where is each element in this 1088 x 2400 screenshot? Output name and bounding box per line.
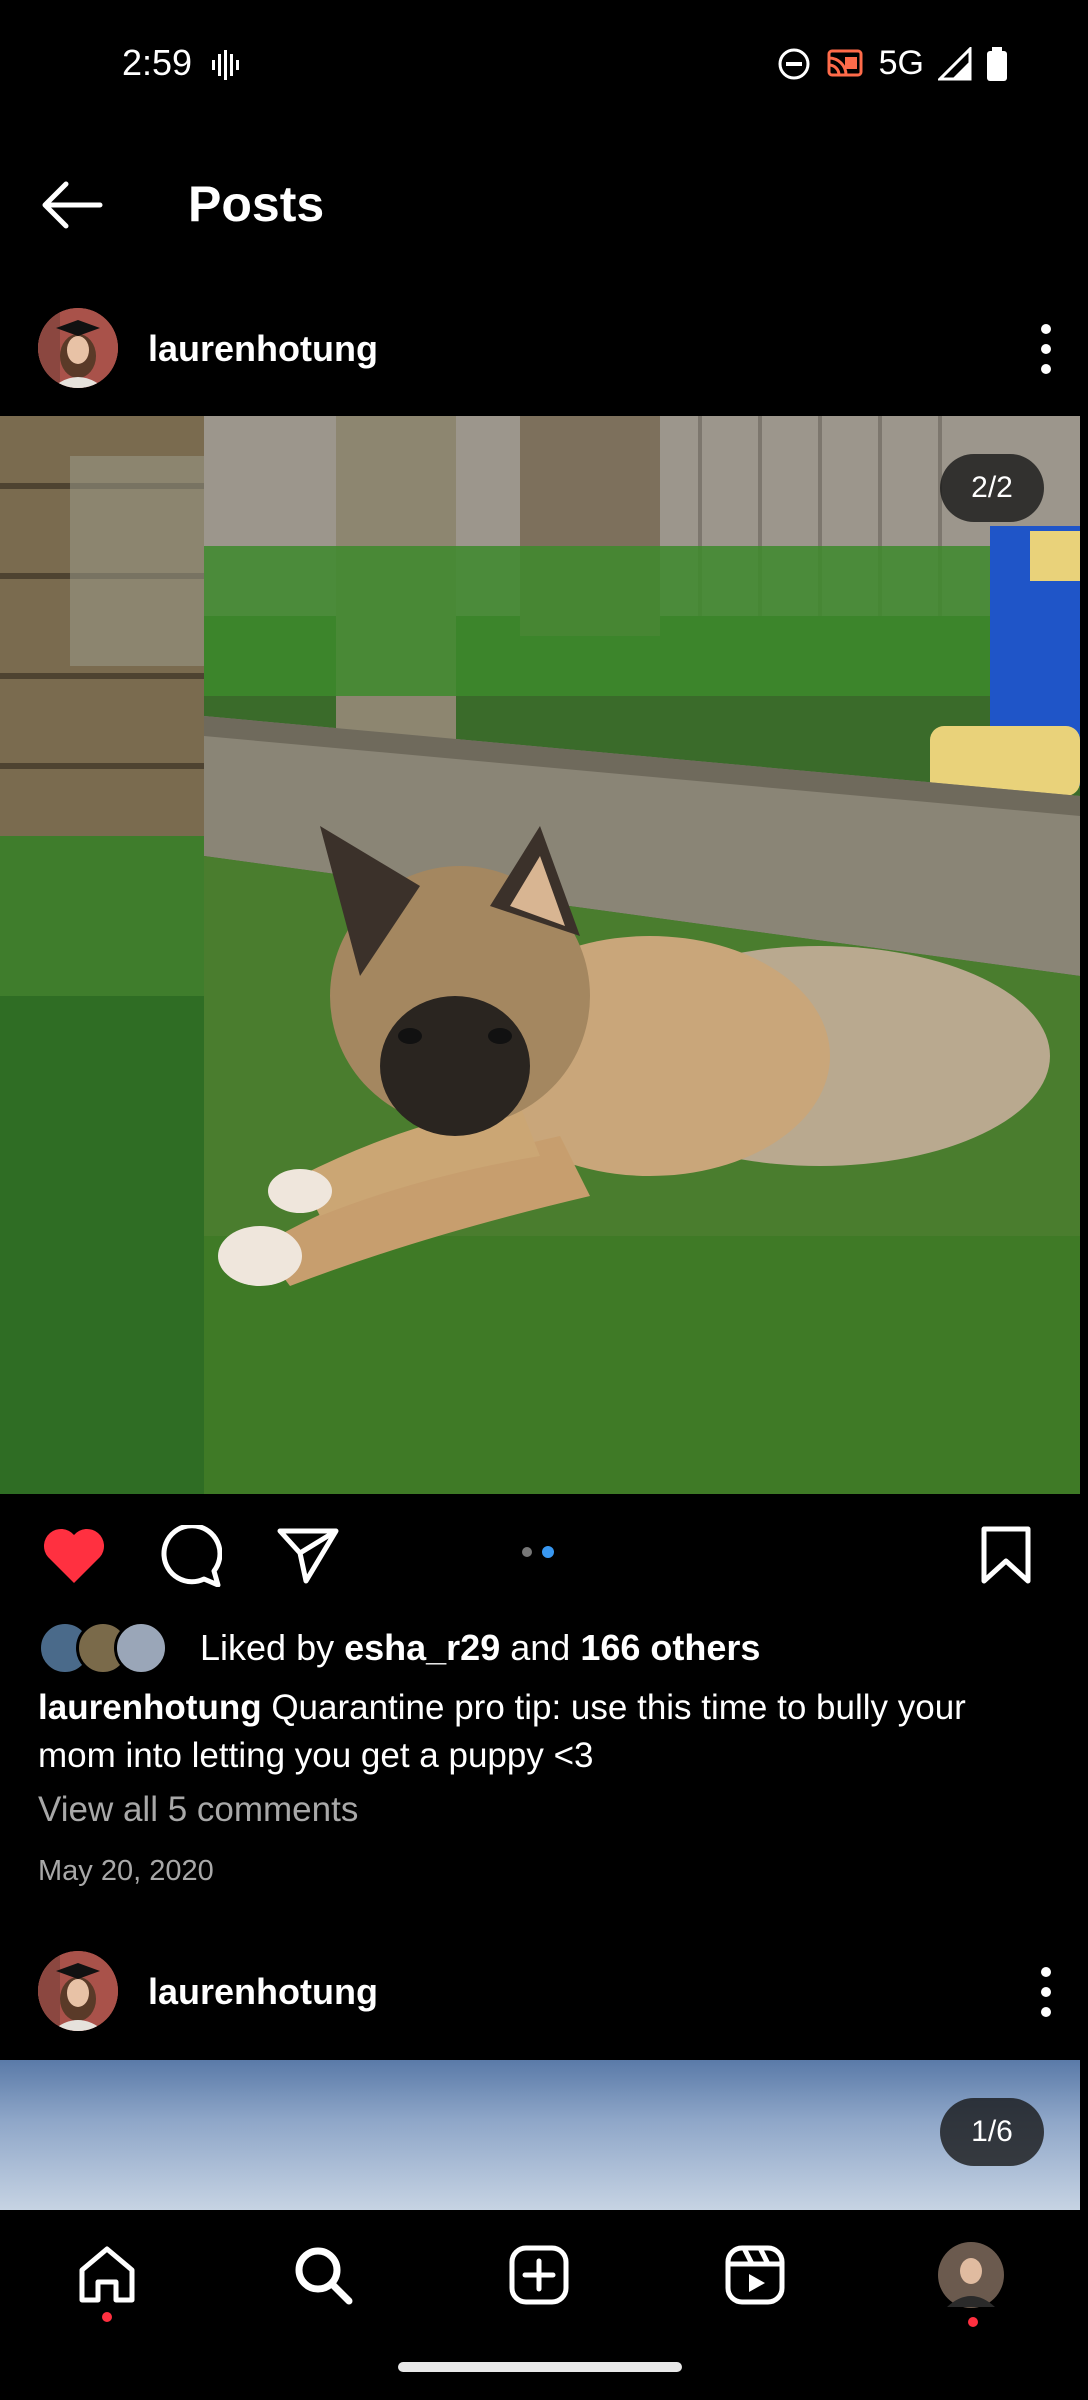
status-time: 2:59 bbox=[122, 42, 193, 83]
network-label: 5G bbox=[878, 44, 924, 82]
carousel-dot-active bbox=[542, 1546, 554, 1558]
post-header: laurenhotung bbox=[0, 292, 1088, 402]
bottom-nav bbox=[0, 2210, 1088, 2340]
search-icon bbox=[295, 2247, 353, 2305]
dnd-icon bbox=[778, 48, 810, 79]
carousel-dot bbox=[522, 1547, 532, 1557]
likes-prefix: Liked by bbox=[200, 1627, 345, 1668]
save-bookmark-icon[interactable] bbox=[980, 1525, 1032, 1585]
home-notification-dot bbox=[102, 2312, 112, 2322]
profile-notification-dot bbox=[968, 2317, 978, 2327]
like-heart-icon[interactable] bbox=[40, 1525, 108, 1585]
likes-and: and bbox=[500, 1627, 581, 1668]
post-photo[interactable]: 1/6 bbox=[0, 2060, 1080, 2210]
nav-profile[interactable] bbox=[936, 2240, 1006, 2310]
home-icon bbox=[79, 2246, 135, 2303]
puppy-photo bbox=[0, 416, 1080, 1494]
avatar-image bbox=[38, 308, 118, 388]
profile-avatar bbox=[938, 2242, 1004, 2308]
nav-create[interactable] bbox=[504, 2240, 574, 2310]
post-actions bbox=[0, 1515, 1088, 1595]
more-options-icon[interactable] bbox=[1026, 1957, 1066, 2027]
nav-home[interactable] bbox=[72, 2240, 142, 2310]
page-title: Posts bbox=[188, 176, 325, 232]
avatar-image bbox=[38, 1951, 118, 2031]
home-indicator[interactable] bbox=[398, 2362, 682, 2372]
liker-avatar bbox=[114, 1621, 168, 1675]
caption-username[interactable]: laurenhotung bbox=[38, 1688, 262, 1727]
status-icons: 5G bbox=[777, 44, 1008, 83]
share-icon[interactable] bbox=[276, 1527, 340, 1585]
view-comments-link[interactable]: View all 5 comments bbox=[38, 1790, 358, 1830]
reels-icon bbox=[725, 2245, 785, 2305]
avatar[interactable] bbox=[38, 1951, 118, 2031]
post-username[interactable]: laurenhotung bbox=[148, 1971, 378, 2013]
carousel-counter: 1/6 bbox=[940, 2098, 1044, 2166]
more-options-icon[interactable] bbox=[1026, 314, 1066, 384]
avatar[interactable] bbox=[38, 308, 118, 388]
post-caption: laurenhotung Quarantine pro tip: use thi… bbox=[38, 1684, 1038, 1780]
post-username[interactable]: laurenhotung bbox=[148, 328, 378, 370]
nav-reels[interactable] bbox=[720, 2240, 790, 2310]
create-post-icon bbox=[509, 2245, 569, 2305]
vibrate-icon bbox=[212, 50, 239, 80]
signal-icon bbox=[938, 46, 972, 80]
liked-by-others[interactable]: 166 others bbox=[580, 1627, 760, 1668]
comment-icon[interactable] bbox=[158, 1525, 222, 1587]
likes-text: Liked by esha_r29 and 166 others bbox=[200, 1627, 760, 1669]
nav-search[interactable] bbox=[288, 2240, 358, 2310]
carousel-dots bbox=[522, 1546, 554, 1558]
liked-by-user[interactable]: esha_r29 bbox=[344, 1627, 500, 1668]
battery-icon bbox=[987, 46, 1007, 81]
post-date: May 20, 2020 bbox=[38, 1855, 214, 1887]
post-header: laurenhotung bbox=[0, 1935, 1088, 2045]
top-bar: Posts bbox=[0, 150, 1088, 260]
likes-row[interactable]: Liked by esha_r29 and 166 others bbox=[38, 1620, 760, 1676]
cast-icon bbox=[827, 49, 863, 76]
carousel-counter: 2/2 bbox=[940, 454, 1044, 522]
post-photo[interactable]: 2/2 bbox=[0, 416, 1080, 1494]
back-arrow-icon[interactable] bbox=[40, 180, 104, 230]
status-bar: 2:59 5G bbox=[0, 0, 1088, 130]
